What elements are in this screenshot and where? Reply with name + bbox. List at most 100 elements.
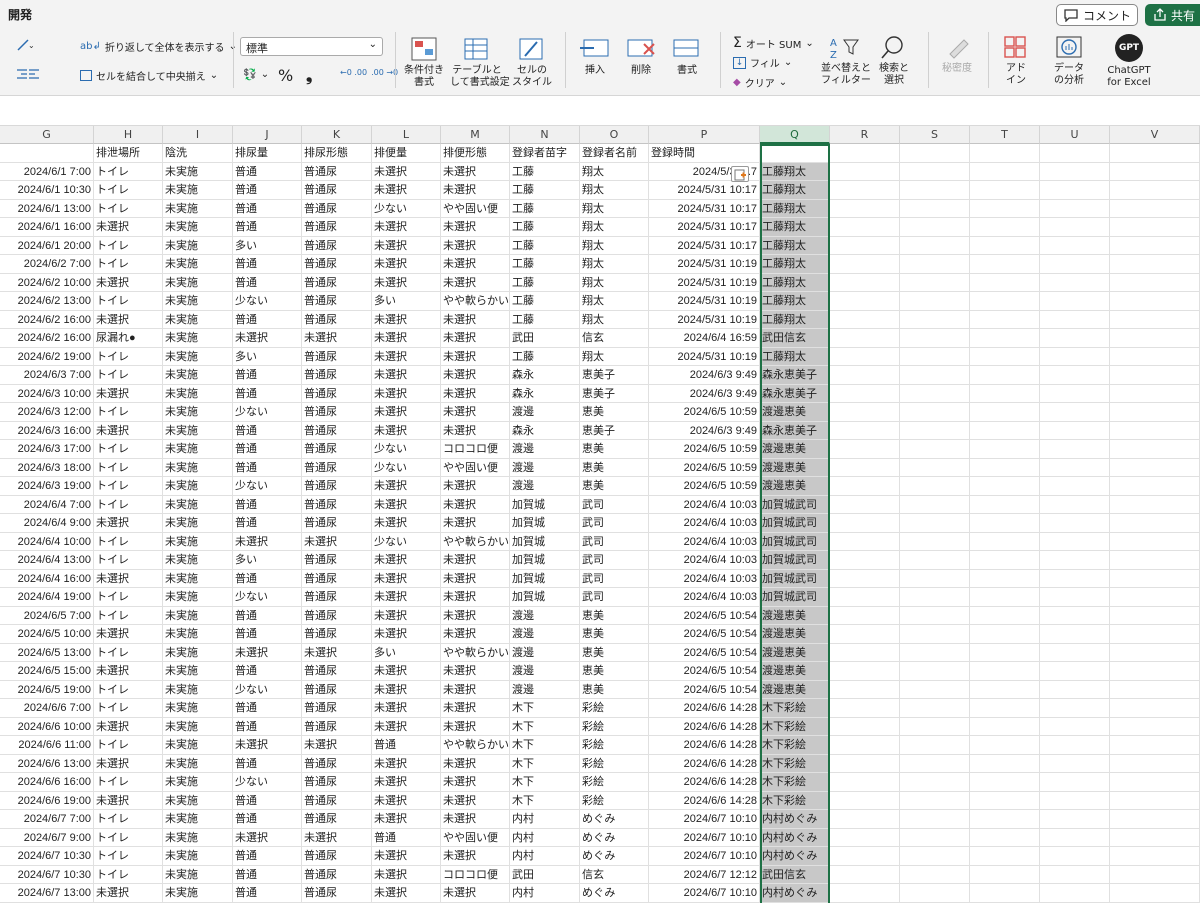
cell-m[interactable]: 未選択 bbox=[441, 181, 510, 200]
cell-p[interactable]: 2024/5/31 10:19 bbox=[649, 347, 760, 366]
cell-r[interactable] bbox=[830, 236, 900, 255]
cell-q[interactable]: 渡邊恵美 bbox=[760, 643, 830, 662]
cell-k[interactable]: 普通尿 bbox=[302, 310, 372, 329]
cell-t[interactable] bbox=[970, 218, 1040, 237]
cell-o[interactable]: 彩絵 bbox=[580, 736, 649, 755]
cell-h[interactable]: トイレ bbox=[94, 865, 163, 884]
cell-p[interactable]: 2024/6/3 9:49 bbox=[649, 384, 760, 403]
cell-i[interactable]: 未実施 bbox=[163, 310, 233, 329]
cell-n[interactable]: 渡邊 bbox=[510, 403, 580, 422]
cell-s[interactable] bbox=[900, 847, 970, 866]
cell-j[interactable]: 未選択 bbox=[233, 329, 302, 348]
cell-q[interactable]: 武田信玄 bbox=[760, 865, 830, 884]
cell-g[interactable]: 2024/6/1 20:00 bbox=[0, 236, 94, 255]
cell-v[interactable] bbox=[1110, 347, 1200, 366]
cell-u[interactable] bbox=[1040, 421, 1110, 440]
cell-o[interactable]: 恵美 bbox=[580, 440, 649, 459]
cell-q[interactable]: 内村めぐみ bbox=[760, 884, 830, 903]
cell-p[interactable]: 2024/6/5 10:59 bbox=[649, 477, 760, 496]
cell-n[interactable]: 加賀城 bbox=[510, 514, 580, 533]
cell-j[interactable]: 普通 bbox=[233, 717, 302, 736]
cell-v[interactable] bbox=[1110, 218, 1200, 237]
cell-o[interactable]: 翔太 bbox=[580, 310, 649, 329]
cell-h[interactable]: トイレ bbox=[94, 551, 163, 570]
cell-s[interactable] bbox=[900, 384, 970, 403]
cell-m[interactable]: やや軟らかい bbox=[441, 736, 510, 755]
cell-r[interactable] bbox=[830, 847, 900, 866]
cell-j[interactable]: 普通 bbox=[233, 199, 302, 218]
cell-k[interactable]: 普通尿 bbox=[302, 810, 372, 829]
cell-p[interactable]: 2024/5/31 10:17 bbox=[649, 236, 760, 255]
cell-i[interactable]: 未実施 bbox=[163, 791, 233, 810]
cell-n[interactable]: 渡邊 bbox=[510, 625, 580, 644]
cell-t[interactable] bbox=[970, 773, 1040, 792]
cell-l[interactable]: 排便量 bbox=[372, 144, 441, 163]
cell-l[interactable]: 未選択 bbox=[372, 717, 441, 736]
cell-k[interactable]: 普通尿 bbox=[302, 181, 372, 200]
cell-s[interactable] bbox=[900, 662, 970, 681]
cell-p[interactable]: 2024/5/31 10:19 bbox=[649, 292, 760, 311]
cell-m[interactable]: 未選択 bbox=[441, 366, 510, 385]
cell-n[interactable]: 加賀城 bbox=[510, 588, 580, 607]
cell-q[interactable]: 加賀城武司 bbox=[760, 588, 830, 607]
cell-u[interactable] bbox=[1040, 717, 1110, 736]
cell-l[interactable]: 未選択 bbox=[372, 810, 441, 829]
cell-h[interactable]: 未選択 bbox=[94, 310, 163, 329]
cell-n[interactable]: 工藤 bbox=[510, 236, 580, 255]
cell-j[interactable]: 普通 bbox=[233, 699, 302, 718]
cell-q[interactable]: 木下彩絵 bbox=[760, 791, 830, 810]
cell-r[interactable] bbox=[830, 773, 900, 792]
cell-o[interactable]: 恵美 bbox=[580, 606, 649, 625]
cell-t[interactable] bbox=[970, 625, 1040, 644]
cell-i[interactable]: 未実施 bbox=[163, 569, 233, 588]
cell-g[interactable]: 2024/6/7 9:00 bbox=[0, 828, 94, 847]
cell-i[interactable]: 未実施 bbox=[163, 384, 233, 403]
cell-g[interactable]: 2024/6/2 10:00 bbox=[0, 273, 94, 292]
cell-j[interactable]: 排尿量 bbox=[233, 144, 302, 163]
cell-s[interactable] bbox=[900, 255, 970, 274]
cell-l[interactable]: 未選択 bbox=[372, 310, 441, 329]
cell-j[interactable]: 普通 bbox=[233, 606, 302, 625]
cell-s[interactable] bbox=[900, 754, 970, 773]
cell-t[interactable] bbox=[970, 810, 1040, 829]
cell-v[interactable] bbox=[1110, 791, 1200, 810]
cell-q[interactable]: 渡邊恵美 bbox=[760, 403, 830, 422]
cell-p[interactable]: 2024/6/4 10:03 bbox=[649, 495, 760, 514]
decimal-buttons[interactable]: ←0 .00.00 →0 bbox=[340, 68, 398, 77]
cell-h[interactable]: トイレ bbox=[94, 255, 163, 274]
insert-button[interactable]: 挿入 bbox=[574, 36, 616, 77]
format-button[interactable]: 書式 bbox=[666, 36, 708, 77]
cell-m[interactable]: 未選択 bbox=[441, 477, 510, 496]
cell-i[interactable]: 未実施 bbox=[163, 181, 233, 200]
cell-j[interactable]: 普通 bbox=[233, 181, 302, 200]
cell-u[interactable] bbox=[1040, 255, 1110, 274]
cell-h[interactable]: トイレ bbox=[94, 773, 163, 792]
cell-l[interactable]: 未選択 bbox=[372, 699, 441, 718]
cell-r[interactable] bbox=[830, 643, 900, 662]
cell-q[interactable]: 工藤翔太 bbox=[760, 310, 830, 329]
cell-q[interactable]: 工藤翔太 bbox=[760, 236, 830, 255]
cell-o[interactable]: 恵美 bbox=[580, 477, 649, 496]
cell-u[interactable] bbox=[1040, 643, 1110, 662]
cell-i[interactable]: 未実施 bbox=[163, 865, 233, 884]
cell-j[interactable]: 普通 bbox=[233, 662, 302, 681]
cell-g[interactable]: 2024/6/4 9:00 bbox=[0, 514, 94, 533]
cell-h[interactable]: 未選択 bbox=[94, 717, 163, 736]
cell-i[interactable]: 未実施 bbox=[163, 514, 233, 533]
cell-l[interactable]: 未選択 bbox=[372, 403, 441, 422]
column-header-g[interactable]: G bbox=[0, 126, 94, 144]
cell-v[interactable] bbox=[1110, 717, 1200, 736]
cell-n[interactable]: 登録者苗字 bbox=[510, 144, 580, 163]
cell-l[interactable]: 未選択 bbox=[372, 662, 441, 681]
conditional-format-button[interactable]: 条件付き 書式 bbox=[400, 36, 448, 89]
cell-h[interactable]: トイレ bbox=[94, 495, 163, 514]
cell-v[interactable] bbox=[1110, 329, 1200, 348]
cell-j[interactable]: 未選択 bbox=[233, 736, 302, 755]
column-header-v[interactable]: V bbox=[1110, 126, 1200, 144]
cell-i[interactable]: 未実施 bbox=[163, 643, 233, 662]
cell-v[interactable] bbox=[1110, 403, 1200, 422]
cell-q[interactable]: 森永恵美子 bbox=[760, 384, 830, 403]
cell-g[interactable]: 2024/6/4 16:00 bbox=[0, 569, 94, 588]
cell-o[interactable]: 武司 bbox=[580, 588, 649, 607]
cell-m[interactable]: コロコロ便 bbox=[441, 440, 510, 459]
